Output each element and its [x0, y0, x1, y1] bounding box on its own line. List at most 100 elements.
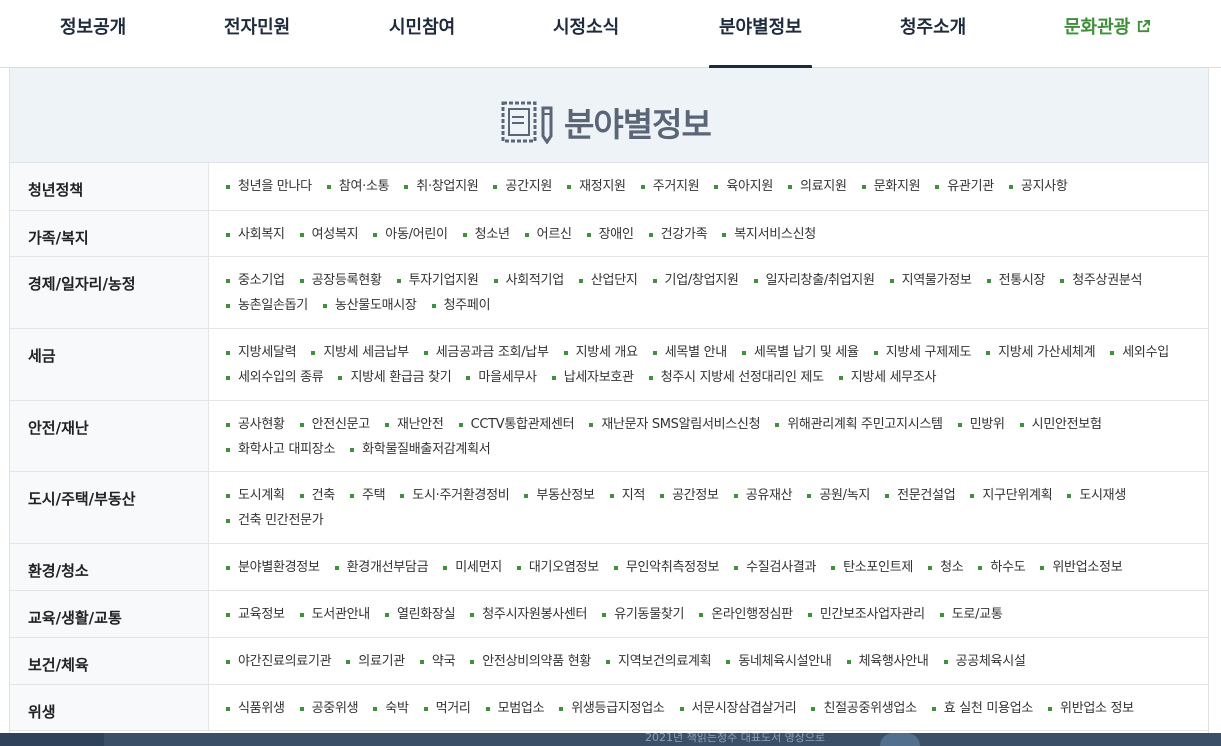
category-link[interactable]: 기업/창업지원	[652, 269, 739, 294]
category-link[interactable]: 청년을 만나다	[226, 175, 312, 200]
category-link[interactable]: 숙박	[373, 697, 409, 722]
category-link[interactable]: 민간보조사업자관리	[807, 603, 925, 628]
category-link[interactable]: 공간지원	[493, 175, 552, 200]
category-link[interactable]: 재정지원	[567, 175, 626, 200]
category-link[interactable]: 전통시장	[986, 269, 1046, 294]
category-link[interactable]: 세외수입	[1110, 341, 1169, 366]
category-link[interactable]: 무인악취측정정보	[613, 556, 719, 581]
category-link[interactable]: 지역물가정보	[889, 269, 972, 294]
category-link[interactable]: 위반업소 정보	[1048, 697, 1134, 722]
category-link[interactable]: 아동/어린이	[373, 223, 448, 248]
category-link[interactable]: 지방세 가산세체계	[986, 341, 1096, 366]
category-link[interactable]: 환경개선부담금	[334, 556, 429, 581]
category-link[interactable]: 체육행사안내	[846, 650, 929, 675]
category-link[interactable]: 장애인	[586, 223, 634, 248]
nav-field-info[interactable]: 분야별정보	[709, 0, 812, 69]
category-link[interactable]: 투자기업지원	[396, 269, 479, 294]
category-link[interactable]: 공간정보	[660, 484, 719, 509]
category-link[interactable]: 도시·주거환경정비	[400, 484, 510, 509]
category-link[interactable]: 탄소포인트제	[831, 556, 913, 581]
category-link[interactable]: 건축 민간전문가	[226, 509, 324, 534]
category-link[interactable]: 유기동물찾기	[602, 603, 684, 628]
category-link[interactable]: 지방세달력	[226, 341, 297, 366]
category-link[interactable]: 농산물도매시장	[322, 294, 417, 319]
category-link[interactable]: 공유재산	[733, 484, 793, 509]
category-link[interactable]: 공장등록현황	[299, 269, 382, 294]
category-link[interactable]: 전문건설업	[885, 484, 956, 509]
category-link[interactable]: 도서관안내	[299, 603, 370, 628]
category-link[interactable]: 납세자보호관	[551, 366, 634, 391]
category-link[interactable]: 하수도	[978, 556, 1026, 581]
category-link[interactable]: 건강가족	[648, 223, 708, 248]
category-link[interactable]: 안전상비의약품 현황	[470, 650, 591, 675]
category-link[interactable]: 재난문자 SMS알림서비스신청	[589, 413, 761, 438]
category-link[interactable]: 육아지원	[714, 175, 773, 200]
category-link[interactable]: 의료지원	[787, 175, 847, 200]
category-link[interactable]: 지방세 세무조사	[838, 366, 937, 391]
category-link[interactable]: 친절공중위생업소	[811, 697, 917, 722]
category-link[interactable]: 일자리창출/취업지원	[753, 269, 875, 294]
nav-citizen-participation[interactable]: 시민참여	[389, 0, 455, 68]
category-link[interactable]: 도시재생	[1067, 484, 1126, 509]
category-link[interactable]: 주택	[349, 484, 386, 509]
category-link[interactable]: 도시계획	[226, 484, 285, 509]
category-link[interactable]: 모범업소	[485, 697, 545, 722]
category-link[interactable]: 서문시장삼겹살거리	[679, 697, 797, 722]
category-link[interactable]: 화학사고 대피장소	[226, 438, 335, 463]
nav-about-cheongju[interactable]: 청주소개	[900, 0, 966, 68]
category-link[interactable]: CCTV통합관제센터	[458, 413, 575, 438]
category-link[interactable]: 청소년	[462, 223, 510, 248]
category-link[interactable]: 대기오염정보	[516, 556, 599, 581]
category-link[interactable]: 효 실천 미용업소	[931, 697, 1033, 722]
category-link[interactable]: 약국	[419, 650, 456, 675]
category-link[interactable]: 도로/교통	[939, 603, 1003, 628]
category-link[interactable]: 세목별 안내	[652, 341, 727, 366]
category-link[interactable]: 온라인행정심판	[699, 603, 793, 628]
category-link[interactable]: 청주상권분석	[1060, 269, 1142, 294]
category-link[interactable]: 식품위생	[226, 697, 285, 722]
category-link[interactable]: 중소기업	[226, 269, 285, 294]
category-link[interactable]: 화학물질배출저감계획서	[350, 438, 491, 463]
category-link[interactable]: 청소	[928, 556, 964, 581]
category-link[interactable]: 지구단위계획	[970, 484, 1053, 509]
category-link[interactable]: 사회복지	[226, 223, 285, 248]
category-link[interactable]: 교육정보	[226, 603, 285, 628]
category-link[interactable]: 공원/녹지	[807, 484, 870, 509]
category-link[interactable]: 열린화장실	[384, 603, 456, 628]
category-link[interactable]: 사회적기업	[493, 269, 564, 294]
footer-banner-text[interactable]: 2021년 책읽는청주 대표도서 영상으로	[645, 733, 825, 745]
category-link[interactable]: 민방위	[957, 413, 1005, 438]
category-link[interactable]: 지방세 구제제도	[873, 341, 971, 366]
category-link[interactable]: 세목별 납기 및 세율	[741, 341, 859, 366]
category-link[interactable]: 위해관리계획 주민고지시스템	[775, 413, 943, 438]
category-link[interactable]: 분야별환경정보	[226, 556, 320, 581]
category-link[interactable]: 야간진료의료기관	[226, 650, 332, 675]
nav-culture-tourism[interactable]: 문화관광	[1064, 0, 1151, 68]
category-link[interactable]: 여성복지	[299, 223, 359, 248]
category-link[interactable]: 안전신문고	[299, 413, 370, 438]
category-link[interactable]: 복지서비스신청	[722, 223, 816, 248]
category-link[interactable]: 의료기관	[346, 650, 405, 675]
category-link[interactable]: 수질검사결과	[734, 556, 816, 581]
category-link[interactable]: 농촌일손돕기	[226, 294, 308, 319]
nav-city-news[interactable]: 시정소식	[553, 0, 619, 68]
category-link[interactable]: 주거지원	[640, 175, 700, 200]
category-link[interactable]: 지방세 개요	[563, 341, 638, 366]
category-link[interactable]: 건축	[299, 484, 335, 509]
category-link[interactable]: 세금공과금 조회/납부	[423, 341, 549, 366]
category-link[interactable]: 문화지원	[861, 175, 921, 200]
category-link[interactable]: 청주시 지방세 선정대리인 제도	[648, 366, 824, 391]
category-link[interactable]: 어르신	[524, 223, 572, 248]
category-link[interactable]: 마을세무사	[466, 366, 537, 391]
category-link[interactable]: 공사현황	[226, 413, 285, 438]
category-link[interactable]: 취·창업지원	[404, 175, 479, 200]
category-link[interactable]: 먹거리	[423, 697, 471, 722]
category-link[interactable]: 위생등급지정업소	[559, 697, 665, 722]
category-link[interactable]: 공지사항	[1008, 175, 1068, 200]
category-link[interactable]: 공중위생	[299, 697, 359, 722]
category-link[interactable]: 지적	[609, 484, 645, 509]
category-link[interactable]: 유관기관	[935, 175, 994, 200]
category-link[interactable]: 부동산정보	[524, 484, 595, 509]
category-link[interactable]: 동네체육시설안내	[726, 650, 832, 675]
nav-info-disclosure[interactable]: 정보공개	[60, 0, 126, 68]
